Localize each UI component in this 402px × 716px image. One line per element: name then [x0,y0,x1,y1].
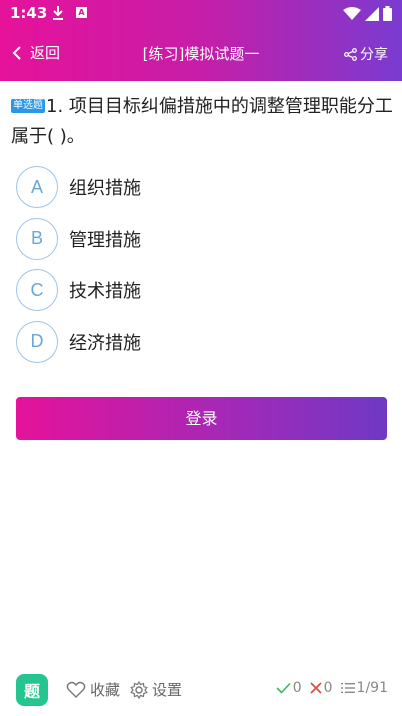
check-icon [276,682,291,694]
status-time: 1:43 [10,4,48,22]
share-icon [344,47,357,61]
screen: 1:43 A 返回 [练习]模拟试题一 分享 单选题 1. 项目目标纠偏措施中的… [0,0,402,716]
option-letter: C [16,269,58,311]
notification-icon: A [76,7,87,18]
bottom-toolbar: 题 收藏 设置 0 0 1/91 [0,665,402,716]
option-letter: D [16,320,58,363]
question-type-badge: 单选题 [11,99,45,113]
list-icon [340,683,355,693]
options-list: A 组织措施 B 管理措施 C 技术措施 D 经济措施 [16,166,386,372]
option-letter: A [16,166,58,208]
page-title: [练习]模拟试题一 [142,45,260,63]
settings-label: 设置 [152,681,183,699]
question-text: 1. 项目目标纠偏措施中的调整管理职能分工属于( )。 [11,96,393,147]
answer-stats: 0 0 1/91 [270,680,388,696]
wrong-count-item: 0 [310,680,333,696]
nav-bar: 返回 [练习]模拟试题一 分享 [0,28,402,81]
status-icons [343,6,392,21]
favorite-label: 收藏 [90,681,121,699]
option-text: 组织措施 [69,178,141,199]
app-logo-icon[interactable]: 题 [16,674,48,706]
option-text: 技术措施 [69,281,141,302]
settings-button[interactable]: 设置 [130,679,182,700]
battery-icon [383,6,392,21]
option-a[interactable]: A 组织措施 [16,166,386,208]
login-button[interactable]: 登录 [16,397,387,440]
status-bar: 1:43 A [0,0,402,28]
correct-count: 0 [292,680,302,696]
favorite-button[interactable]: 收藏 [66,679,120,700]
share-label: 分享 [360,47,388,63]
wrong-count: 0 [323,680,333,696]
cross-icon [310,682,322,694]
option-text: 管理措施 [69,229,141,251]
download-icon [53,6,63,20]
option-letter: B [16,217,58,260]
correct-count-item: 0 [276,680,302,696]
option-b[interactable]: B 管理措施 [16,217,386,260]
option-c[interactable]: C 技术措施 [16,269,386,311]
heart-icon [66,681,86,698]
top-bar: 1:43 A 返回 [练习]模拟试题一 分享 [0,0,402,81]
signal-icon [365,6,379,21]
wifi-icon [343,6,361,20]
gear-icon [130,680,148,699]
option-d[interactable]: D 经济措施 [16,320,386,363]
option-text: 经济措施 [69,332,141,354]
question-text-block: 单选题 1. 项目目标纠偏措施中的调整管理职能分工属于( )。 [11,92,393,152]
question-progress: 1/91 [356,680,388,696]
share-button[interactable]: 分享 [344,44,388,64]
progress-item[interactable]: 1/91 [340,680,388,696]
